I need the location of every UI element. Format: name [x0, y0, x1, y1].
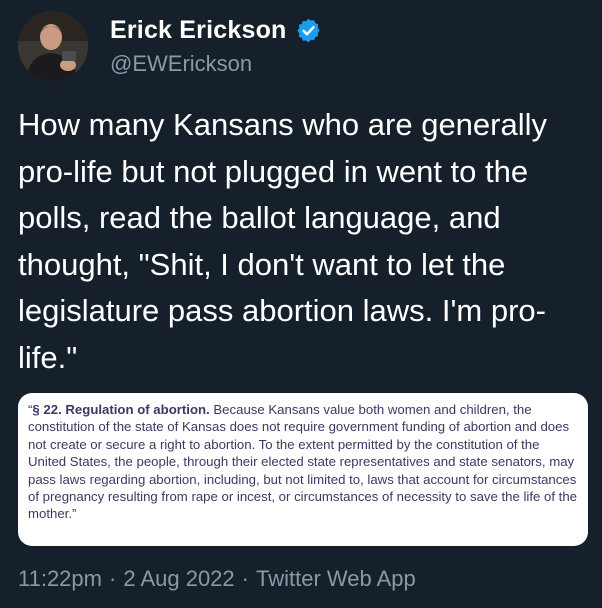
statute-body: Because Kansans value both women and chi… [28, 402, 578, 522]
tweet-source[interactable]: Twitter Web App [256, 566, 416, 591]
verified-badge-icon [295, 17, 322, 44]
separator-dot: · [241, 566, 249, 591]
handle[interactable]: @EWErickson [110, 51, 322, 77]
tweet: Erick Erickson @EWErickson How many Kans… [0, 0, 602, 608]
tweet-text: How many Kansans who are generally pro-l… [18, 107, 547, 375]
tweet-time[interactable]: 11:22pm [18, 566, 102, 591]
avatar[interactable] [18, 11, 88, 81]
author-names: Erick Erickson @EWErickson [110, 16, 322, 77]
name-row: Erick Erickson [110, 16, 322, 46]
separator-dot: · [108, 566, 117, 591]
tweet-timestamp: 11:22pm · 2 Aug 2022 · Twitter Web App [18, 566, 416, 592]
statute-excerpt: “§ 22. Regulation of abortion. Because K… [18, 393, 588, 523]
tweet-date[interactable]: 2 Aug 2022 [123, 566, 234, 591]
tweet-header: Erick Erickson @EWErickson [18, 10, 322, 82]
tweet-image[interactable]: “§ 22. Regulation of abortion. Because K… [18, 393, 588, 546]
statute-heading: § 22. Regulation of abortion. [32, 402, 210, 417]
display-name[interactable]: Erick Erickson [110, 16, 287, 45]
avatar-photo [18, 11, 88, 81]
